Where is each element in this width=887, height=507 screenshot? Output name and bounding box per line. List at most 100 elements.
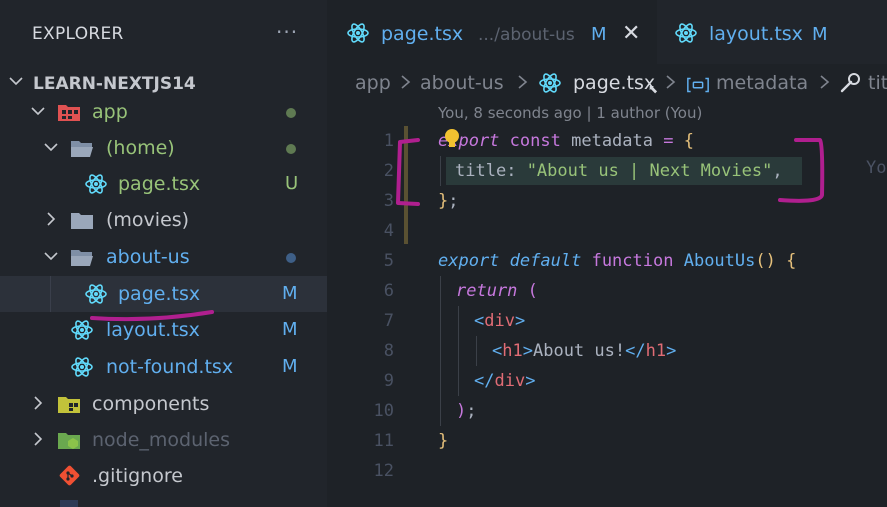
more-actions-icon[interactable]: ··· — [276, 20, 298, 44]
explorer-sidebar: EXPLORER ··· LEARN-NEXTJS14 app (home) p… — [0, 0, 327, 507]
tab-label: page.tsx — [381, 23, 464, 45]
chevron-right-icon — [516, 72, 530, 92]
tree-item-components[interactable]: components — [0, 386, 327, 422]
breadcrumb-item[interactable]: about-us — [420, 70, 504, 96]
token-keyword: default — [509, 251, 582, 271]
tree-label: layout.tsx — [106, 319, 200, 341]
code-line-2: title: "About us | Next Movies", — [455, 156, 783, 186]
breadcrumb-item[interactable]: page.tsx — [573, 70, 655, 96]
chevron-right-icon — [43, 211, 59, 227]
token-tag: div — [494, 371, 526, 391]
folder-open-icon — [70, 137, 94, 159]
close-icon[interactable]: ✕ — [622, 20, 640, 48]
explorer-title: EXPLORER — [32, 24, 124, 44]
line-number: 5 — [383, 251, 394, 271]
tree-label: (home) — [106, 137, 175, 159]
react-icon — [84, 173, 108, 195]
inline-blame-ghost: Yo — [866, 158, 887, 178]
tree-label: .gitignore — [92, 465, 183, 487]
modified-dot — [286, 253, 296, 263]
tree-item-about-us[interactable]: about-us — [0, 239, 327, 275]
tree-item-not-found[interactable]: not-found.tsx M — [0, 349, 327, 385]
line-number: 9 — [383, 371, 394, 391]
chevron-down-icon — [43, 139, 59, 155]
token-tag: h1 — [502, 341, 523, 361]
tab-page-tsx[interactable]: page.tsx .../about-us M ✕ — [327, 0, 657, 64]
token-operator: = — [663, 131, 674, 151]
tab-modified-badge: M — [591, 24, 607, 45]
token-punct: > — [525, 371, 536, 391]
lightbulb-icon[interactable] — [444, 128, 460, 150]
token-punct: ; — [466, 401, 477, 421]
line-number: 11 — [373, 431, 394, 451]
token-punct: < — [474, 311, 485, 331]
untracked-dot — [286, 108, 296, 118]
chevron-right-icon — [30, 395, 46, 411]
variable-icon — [686, 74, 712, 96]
code-line-1: export const metadata = { — [438, 126, 694, 156]
line-number: 3 — [383, 191, 394, 211]
tree-item-home-page[interactable]: page.tsx U — [0, 166, 327, 202]
token-punct: , — [772, 161, 783, 181]
token-text: About us! — [532, 341, 626, 361]
code-line-5: export default function AboutUs() { — [438, 246, 796, 276]
token-punct: </ — [474, 371, 495, 391]
line-number: 1 — [383, 131, 394, 151]
token-keyword: export — [438, 251, 500, 271]
git-change-gutter — [404, 126, 408, 244]
tree-item-app[interactable]: app — [0, 94, 327, 130]
react-icon — [70, 356, 94, 378]
mouse-cursor-icon: ⬉ — [648, 82, 659, 96]
token-paren: () — [755, 251, 776, 271]
tree-label: page.tsx — [118, 173, 201, 195]
token-punct: : — [506, 161, 517, 181]
indent-guide — [476, 336, 477, 366]
token-punct: > — [522, 341, 533, 361]
tree-label: page.tsx — [118, 283, 201, 305]
breadcrumb-item[interactable]: app — [355, 70, 391, 96]
code-line-8: <h1>About us!</h1> — [492, 336, 676, 366]
line-number: 6 — [383, 281, 394, 301]
chevron-right-icon — [399, 72, 413, 92]
components-folder-icon — [57, 393, 81, 415]
tab-layout-tsx[interactable]: layout.tsx M — [657, 0, 887, 64]
breadcrumb-item[interactable]: titl — [868, 70, 887, 96]
indent-guide — [50, 276, 51, 312]
wrench-icon — [838, 72, 862, 94]
react-icon — [70, 319, 94, 341]
token-identifier: metadata — [571, 131, 653, 151]
folder-icon — [70, 209, 94, 231]
breadcrumb-item[interactable]: metadata — [716, 70, 808, 96]
token-tag: h1 — [645, 341, 667, 361]
git-icon — [57, 465, 81, 487]
react-icon — [346, 22, 370, 44]
indent-guide — [440, 156, 441, 186]
tab-path: .../about-us — [478, 25, 575, 45]
tree-item-home[interactable]: (home) — [0, 130, 327, 166]
tree-item-node-modules[interactable]: node_modules — [0, 422, 327, 458]
tree-item-gitignore[interactable]: .gitignore — [0, 458, 327, 494]
token-punct: > — [514, 311, 526, 331]
react-icon — [674, 22, 698, 44]
indent-guide — [440, 276, 441, 426]
partial-file-icon — [60, 500, 78, 507]
token-punct: </ — [625, 341, 646, 361]
token-punct: < — [492, 341, 503, 361]
tree-label: app — [92, 101, 128, 123]
node-modules-folder-icon — [57, 429, 81, 451]
codelens-blame[interactable]: You, 8 seconds ago | 1 author (You) — [438, 104, 702, 122]
chevron-down-icon — [30, 103, 46, 119]
chevron-right-icon — [664, 72, 678, 92]
tree-label: not-found.tsx — [106, 356, 234, 378]
react-icon — [538, 72, 562, 94]
tab-modified-badge: M — [812, 24, 828, 45]
tree-item-movies[interactable]: (movies) — [0, 202, 327, 238]
modified-badge: M — [282, 283, 298, 304]
tree-item-layout[interactable]: layout.tsx M — [0, 312, 327, 348]
token-string: "About us | Next Movies" — [526, 161, 773, 181]
token-brace: { — [683, 131, 694, 151]
line-number: 10 — [373, 401, 394, 421]
tree-item-about-page[interactable]: page.tsx M — [0, 276, 327, 312]
tab-label: layout.tsx — [709, 23, 803, 45]
app-folder-icon — [57, 101, 81, 123]
